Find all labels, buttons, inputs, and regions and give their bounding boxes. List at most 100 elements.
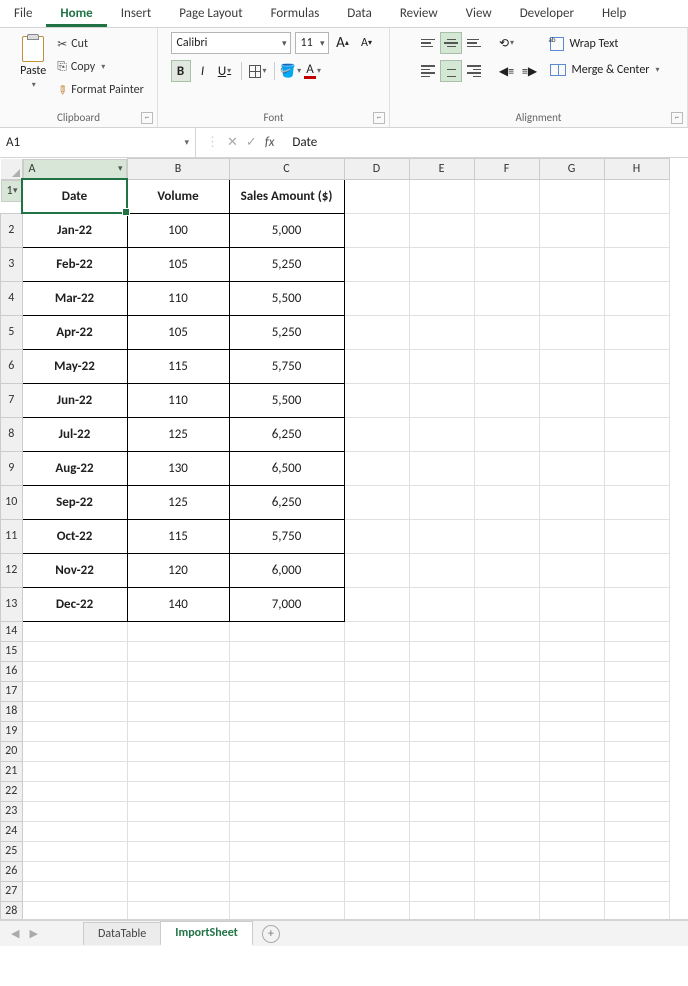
cell[interactable] <box>539 485 604 519</box>
cell[interactable] <box>409 587 474 621</box>
align-right-button[interactable] <box>463 60 485 82</box>
tab-developer[interactable]: Developer <box>506 1 588 27</box>
row-header-22[interactable]: 22 <box>1 781 23 801</box>
cell[interactable] <box>344 881 409 901</box>
cell[interactable] <box>344 841 409 861</box>
row-header-15[interactable]: 15 <box>1 641 23 661</box>
cell[interactable] <box>539 213 604 247</box>
dialog-launcher-icon[interactable]: ⌐ <box>141 112 153 124</box>
cell[interactable] <box>409 681 474 701</box>
row-header-5[interactable]: 5 <box>1 315 23 349</box>
cell[interactable] <box>229 781 344 801</box>
cell[interactable] <box>474 621 539 641</box>
cell[interactable] <box>344 861 409 881</box>
cell[interactable] <box>474 179 539 213</box>
cell[interactable]: 6,250 <box>229 417 344 451</box>
format-painter-button[interactable]: Format Painter <box>57 80 144 100</box>
row-header-3[interactable]: 3 <box>1 247 23 281</box>
cell[interactable] <box>539 801 604 821</box>
cell[interactable] <box>604 681 669 701</box>
chevron-down-icon[interactable]: ▾ <box>184 137 189 148</box>
row-header-18[interactable]: 18 <box>1 701 23 721</box>
underline-button[interactable]: U▾ <box>215 60 235 82</box>
cell[interactable] <box>474 247 539 281</box>
row-header-25[interactable]: 25 <box>1 841 23 861</box>
cell[interactable] <box>474 661 539 681</box>
cell[interactable] <box>344 761 409 781</box>
cut-button[interactable]: Cut <box>57 34 144 54</box>
cell[interactable] <box>474 485 539 519</box>
cell[interactable] <box>409 901 474 920</box>
cell[interactable] <box>604 315 669 349</box>
cell[interactable] <box>344 741 409 761</box>
cell[interactable]: 140 <box>127 587 229 621</box>
cell[interactable] <box>22 641 127 661</box>
cell[interactable]: May-22 <box>22 349 127 383</box>
cell[interactable] <box>604 451 669 485</box>
cell[interactable] <box>409 821 474 841</box>
cell[interactable] <box>409 247 474 281</box>
cell[interactable]: Date <box>22 179 127 213</box>
row-header-24[interactable]: 24 <box>1 821 23 841</box>
cell[interactable] <box>474 801 539 821</box>
cell[interactable] <box>539 781 604 801</box>
cell[interactable] <box>539 349 604 383</box>
cell[interactable] <box>604 881 669 901</box>
cell[interactable] <box>409 383 474 417</box>
cell[interactable] <box>604 213 669 247</box>
cell[interactable] <box>604 179 669 213</box>
cell[interactable] <box>409 641 474 661</box>
cell[interactable] <box>474 349 539 383</box>
row-header-13[interactable]: 13 <box>1 587 23 621</box>
cell[interactable] <box>22 701 127 721</box>
row-header-9[interactable]: 9 <box>1 451 23 485</box>
cell[interactable] <box>127 861 229 881</box>
tab-page-layout[interactable]: Page Layout <box>165 1 256 27</box>
cell[interactable] <box>539 553 604 587</box>
fill-color-button[interactable]: 🪣▾ <box>281 60 301 82</box>
row-header-6[interactable]: 6 <box>1 349 23 383</box>
cell[interactable] <box>409 179 474 213</box>
fx-icon[interactable]: fx <box>265 135 275 150</box>
tab-home[interactable]: Home <box>46 1 106 27</box>
cell[interactable] <box>127 741 229 761</box>
align-left-button[interactable] <box>417 60 439 82</box>
cell[interactable] <box>604 741 669 761</box>
tab-insert[interactable]: Insert <box>107 1 166 27</box>
cell[interactable] <box>474 213 539 247</box>
cell[interactable] <box>409 861 474 881</box>
cell[interactable] <box>604 383 669 417</box>
cell[interactable]: Nov-22 <box>22 553 127 587</box>
enter-icon[interactable]: ✓ <box>246 135 257 150</box>
paste-button[interactable]: Paste ▾ <box>13 32 53 100</box>
bold-button[interactable]: B <box>171 60 191 82</box>
cell[interactable]: 5,500 <box>229 383 344 417</box>
chevron-down-icon[interactable]: ▾ <box>101 62 105 72</box>
cell[interactable]: 6,250 <box>229 485 344 519</box>
column-header-G[interactable]: G <box>539 159 604 180</box>
cell[interactable]: 7,000 <box>229 587 344 621</box>
cell[interactable] <box>474 553 539 587</box>
cell[interactable] <box>127 721 229 741</box>
font-color-button[interactable]: A▾ <box>303 60 323 82</box>
tab-view[interactable]: View <box>452 1 506 27</box>
dialog-launcher-icon[interactable]: ⌐ <box>373 112 385 124</box>
cell[interactable]: 6,000 <box>229 553 344 587</box>
wrap-text-button[interactable]: Wrap Text <box>550 34 659 54</box>
cell[interactable] <box>539 841 604 861</box>
cell[interactable] <box>409 781 474 801</box>
cell[interactable]: 105 <box>127 315 229 349</box>
cell[interactable] <box>409 281 474 315</box>
cancel-icon[interactable]: ✕ <box>227 135 238 150</box>
cell[interactable] <box>539 587 604 621</box>
cell[interactable] <box>604 349 669 383</box>
cell[interactable] <box>127 681 229 701</box>
cell[interactable] <box>127 901 229 920</box>
cell[interactable]: Jul-22 <box>22 417 127 451</box>
cell[interactable] <box>344 417 409 451</box>
cell[interactable] <box>474 901 539 920</box>
chevron-down-icon[interactable]: ▾ <box>317 66 321 76</box>
decrease-indent-button[interactable]: ◀≡ <box>495 60 517 82</box>
cell[interactable] <box>474 641 539 661</box>
cell[interactable] <box>127 801 229 821</box>
